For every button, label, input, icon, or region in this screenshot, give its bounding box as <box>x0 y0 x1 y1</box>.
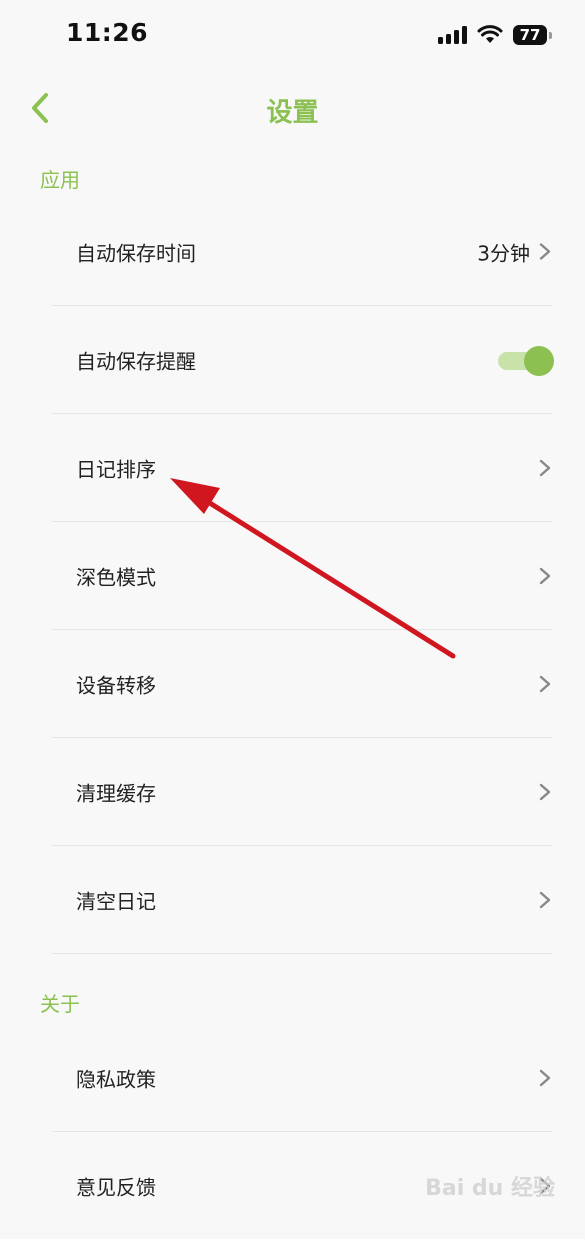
chevron-right-icon <box>539 459 551 476</box>
settings-screen: 11:26 77 设置 应用 自动保存时间 3分钟 自动保存提醒 日记排序 深色… <box>0 0 585 1230</box>
cellular-signal-icon <box>438 26 467 44</box>
row-trailing <box>538 782 552 802</box>
status-icons: 77 <box>438 22 552 48</box>
row-trailing <box>538 1068 552 1088</box>
toggle-knob <box>524 345 554 376</box>
chevron-right-icon <box>539 891 551 908</box>
row-label: 深色模式 <box>76 565 156 589</box>
row-trailing <box>498 345 554 376</box>
battery-icon: 77 <box>513 25 552 45</box>
watermark-logo: Bai du 经验 <box>425 1176 555 1201</box>
row-label: 自动保存提醒 <box>76 349 196 373</box>
chevron-right-icon <box>539 675 551 692</box>
section-header-app: 应用 <box>40 168 80 192</box>
settings-row-autosave-reminder: 自动保存提醒 <box>52 306 554 414</box>
chevron-right-icon <box>539 1069 551 1086</box>
status-time: 11:26 <box>66 18 149 47</box>
section-header-about: 关于 <box>40 992 80 1016</box>
row-label: 自动保存时间 <box>76 241 196 265</box>
settings-row-device-transfer[interactable]: 设备转移 <box>52 630 552 738</box>
page-title: 设置 <box>266 98 319 128</box>
autosave-reminder-toggle[interactable] <box>498 345 554 376</box>
row-label: 清理缓存 <box>76 781 156 805</box>
row-trailing <box>538 674 552 694</box>
row-trailing <box>538 458 552 478</box>
settings-row-autosave-time[interactable]: 自动保存时间 3分钟 <box>52 198 552 306</box>
status-bar: 11:26 77 <box>0 0 585 70</box>
row-trailing: 3分钟 <box>477 237 552 266</box>
settings-row-dark-mode[interactable]: 深色模式 <box>52 522 552 630</box>
chevron-right-icon <box>539 567 551 584</box>
row-label: 日记排序 <box>76 457 156 481</box>
chevron-right-icon <box>539 783 551 800</box>
row-label: 清空日记 <box>76 889 156 913</box>
row-label: 隐私政策 <box>76 1067 156 1091</box>
settings-list-about: 隐私政策 意见反馈 <box>52 1024 552 1239</box>
nav-bar: 设置 <box>0 78 585 138</box>
row-label: 意见反馈 <box>76 1175 156 1199</box>
settings-row-clear-cache[interactable]: 清理缓存 <box>52 738 552 846</box>
settings-row-privacy-policy[interactable]: 隐私政策 <box>52 1024 552 1132</box>
row-trailing <box>538 566 552 586</box>
row-label: 设备转移 <box>76 673 156 697</box>
chevron-right-icon <box>539 243 551 260</box>
settings-row-diary-sort[interactable]: 日记排序 <box>52 414 552 522</box>
settings-list-app: 自动保存时间 3分钟 自动保存提醒 日记排序 深色模式 设备转移 清理缓存 清空… <box>52 198 554 954</box>
settings-row-clear-diary[interactable]: 清空日记 <box>52 846 552 954</box>
wifi-icon <box>477 25 503 43</box>
row-trailing <box>538 890 552 910</box>
row-value: 3分钟 <box>477 241 530 265</box>
